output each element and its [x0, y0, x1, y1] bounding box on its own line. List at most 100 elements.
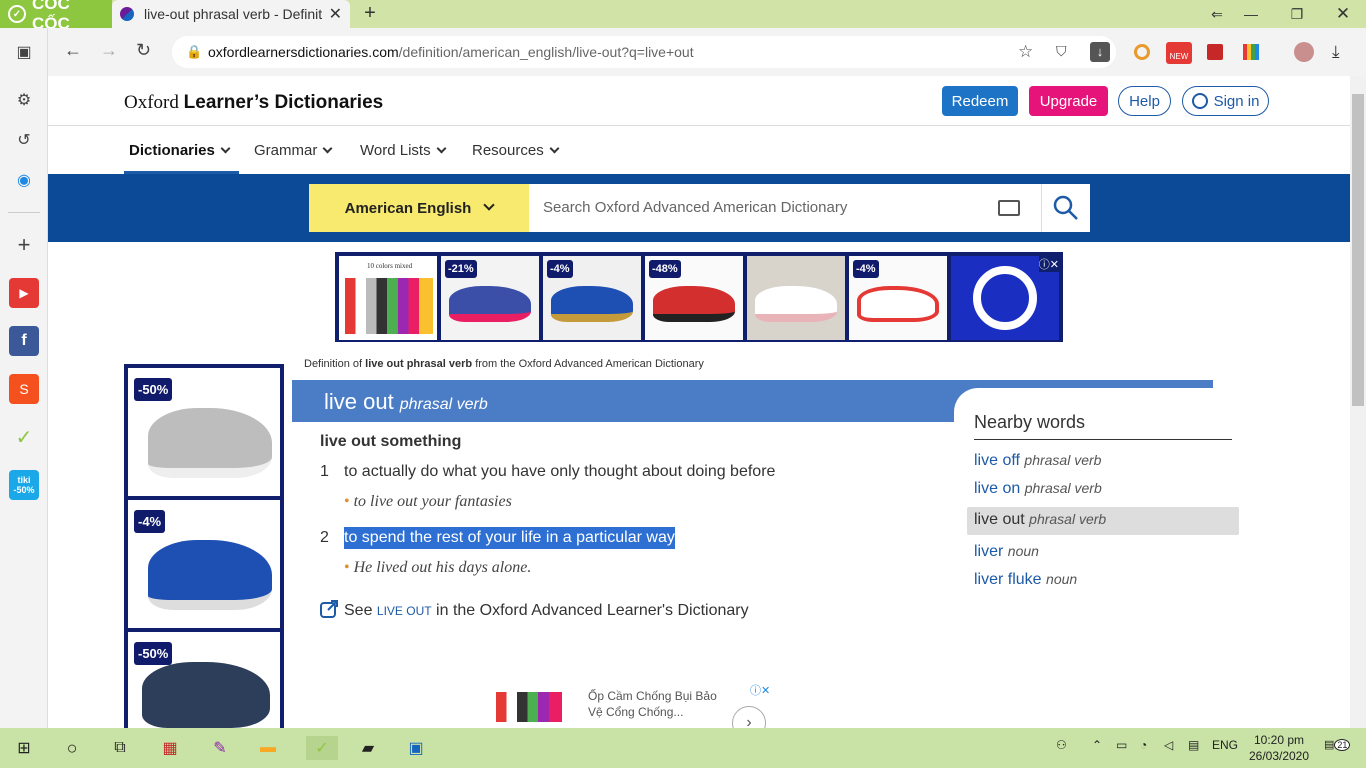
sense-definition-selected: to spend the rest of your life in a part… [344, 527, 675, 549]
avatar[interactable] [1294, 42, 1314, 62]
nearby-word-liver[interactable]: liver noun [974, 543, 1039, 561]
url-field[interactable]: 🔒 oxfordlearnersdictionaries.com/definit… [172, 36, 1116, 68]
language-indicator[interactable]: ENG [1212, 738, 1238, 752]
windows-start-icon[interactable]: ⊞ [12, 736, 36, 760]
nearby-word-liver-fluke[interactable]: liver fluke noun [974, 571, 1077, 589]
ad-tile[interactable]: -4% [849, 256, 947, 340]
notification-icon[interactable]: ▤ 21 [1324, 738, 1351, 758]
reload-icon[interactable]: ↻ [136, 40, 151, 61]
close-window-button[interactable]: ✕ [1320, 3, 1366, 25]
file-explorer-icon[interactable]: ▬ [256, 736, 280, 760]
people-icon[interactable]: ⚇ [1056, 738, 1067, 752]
task-view-icon[interactable]: ⧉ [108, 736, 132, 760]
help-button[interactable]: Help [1118, 86, 1171, 116]
sense-number: 2 [320, 529, 329, 546]
headword: live out phrasal verb [324, 389, 488, 414]
ad-tile[interactable]: -48% [645, 256, 743, 340]
coccoc-logo[interactable]: ✓ CỐC CỐC [0, 0, 112, 33]
shopee-icon[interactable]: S [9, 374, 39, 404]
messenger-icon[interactable]: ◉ [9, 165, 39, 195]
downloads-icon[interactable]: ⤓ [1332, 42, 1340, 62]
ad-tile[interactable] [747, 256, 845, 340]
coccoc-dict-icon[interactable]: ✓ [9, 422, 39, 452]
scrollbar-thumb[interactable] [1352, 94, 1364, 406]
ad-tile[interactable]: -50% [128, 632, 280, 728]
side-ad-banner[interactable]: -50% -4% -50% ⓘ✕ [124, 364, 284, 728]
upgrade-button[interactable]: Upgrade [1029, 86, 1108, 116]
ad-close-icon[interactable]: ⓘ✕ [1038, 256, 1059, 272]
sign-in-button[interactable]: Sign in [1182, 86, 1269, 116]
menu-grammar[interactable]: Grammar [254, 142, 333, 159]
menu-resources[interactable]: Resources [472, 142, 560, 159]
sense-number: 1 [320, 463, 329, 480]
redeem-button[interactable]: Redeem [942, 86, 1018, 116]
add-shortcut-icon[interactable]: + [9, 230, 39, 260]
settings-icon[interactable]: ⚙ [9, 85, 39, 115]
ad-next-icon[interactable]: › [732, 706, 766, 728]
site-logo[interactable]: Oxford Learner’s Dictionaries [124, 92, 383, 114]
coccoc-taskbar-icon[interactable]: ✓ [306, 736, 338, 760]
tray-chevron-icon[interactable]: ⌃ [1092, 738, 1102, 752]
volume-icon[interactable]: ◁ [1164, 738, 1173, 752]
youtube-icon[interactable]: ▶ [9, 278, 39, 308]
nearby-word-live-out[interactable]: live out phrasal verb [974, 511, 1106, 529]
clock[interactable]: 10:20 pm 26/03/2020 [1246, 732, 1312, 764]
menu-dictionaries[interactable]: Dictionaries [129, 142, 231, 159]
download-page-icon[interactable]: ↓ [1090, 42, 1110, 62]
dictionary-select[interactable]: American English [309, 184, 529, 232]
facebook-icon[interactable]: f [9, 326, 39, 356]
sticky-notes-icon[interactable]: ▰ [356, 736, 380, 760]
definition-source: Definition of live out phrasal verb from… [304, 358, 704, 370]
nearby-word-live-off[interactable]: live off phrasal verb [974, 452, 1101, 470]
url-text: oxfordlearnersdictionaries.com/definitio… [208, 44, 694, 60]
search-input[interactable]: Search Oxford Advanced American Dictiona… [529, 184, 1041, 232]
web-page: Oxford Learner’s Dictionaries Redeem Upg… [48, 76, 1350, 728]
ad-brand-icon [973, 266, 1037, 330]
lock-icon: 🔒 [186, 44, 203, 59]
page-scrollbar[interactable] [1350, 76, 1366, 728]
browser-sidebar: ▣ ⚙ ↺ ◉ + ▶ f S ✓ tiki -50% [0, 28, 48, 728]
extension-red-icon[interactable] [1207, 44, 1223, 60]
ad-tile[interactable]: -50% [128, 368, 280, 496]
search-circle-icon[interactable]: ○ [60, 736, 84, 760]
star-icon[interactable]: ☆ [1018, 42, 1033, 62]
minimize-button[interactable]: — [1228, 3, 1274, 25]
ad-tile[interactable]: -4% [543, 256, 641, 340]
extension-grid-icon[interactable] [1243, 44, 1259, 60]
shield-icon[interactable]: ⛉ [1056, 43, 1067, 60]
monitor-icon[interactable]: ▤ [1188, 738, 1199, 752]
ad-tile[interactable]: -4% [128, 500, 280, 628]
back-icon[interactable]: ← [64, 40, 82, 61]
app-icon[interactable]: ▦ [158, 736, 182, 760]
bottom-ad[interactable]: Ốp Cầm Chống Bụi Bảo Vệ Cổng Chống... › … [492, 680, 782, 728]
browser-tab[interactable]: live-out phrasal verb - Definit ✕ [112, 0, 350, 28]
sense-example: • to live out your fantasies [344, 493, 512, 510]
coccoc-icon: ✓ [8, 5, 26, 23]
new-tab-button[interactable]: + [360, 2, 380, 26]
extension-coccoc-icon[interactable] [1134, 44, 1150, 60]
ad-tile[interactable]: -21% [441, 256, 539, 340]
wifi-icon[interactable]: ◔ [1140, 738, 1147, 752]
ad-close-icon[interactable]: ⓘ✕ [750, 682, 770, 698]
sidebar-toggle-icon[interactable]: ▣ [9, 37, 39, 67]
sidebar-divider [8, 212, 40, 213]
ad-tile[interactable]: 10 colors mixed [339, 256, 437, 340]
tiki-icon[interactable]: tiki -50% [9, 470, 39, 500]
tab-title: live-out phrasal verb - Definit [144, 6, 323, 22]
close-tab-icon[interactable]: ✕ [329, 4, 342, 24]
forward-icon[interactable]: → [100, 40, 118, 61]
paint-icon[interactable]: ✎ [208, 736, 232, 760]
nearby-word-live-on[interactable]: live on phrasal verb [974, 480, 1102, 498]
extension-new-icon[interactable]: NEW [1166, 42, 1192, 64]
usage-pattern: live out something [320, 433, 462, 450]
battery-icon[interactable]: ▭ [1116, 738, 1127, 752]
ad-close-icon[interactable]: ⓘ✕ [260, 368, 280, 384]
keyboard-icon[interactable] [998, 200, 1020, 216]
app-taskbar-icon[interactable]: ▣ [404, 736, 428, 760]
top-ad-banner[interactable]: 10 colors mixed -21% -4% -48% -4% ⓘ✕ [335, 252, 1063, 342]
search-button[interactable] [1041, 184, 1090, 232]
maximize-button[interactable]: ❐ [1274, 3, 1320, 25]
history-icon[interactable]: ↺ [9, 125, 39, 155]
see-also-link[interactable]: See LIVE OUT in the Oxford Advanced Lear… [320, 600, 749, 620]
menu-word-lists[interactable]: Word Lists [360, 142, 447, 159]
